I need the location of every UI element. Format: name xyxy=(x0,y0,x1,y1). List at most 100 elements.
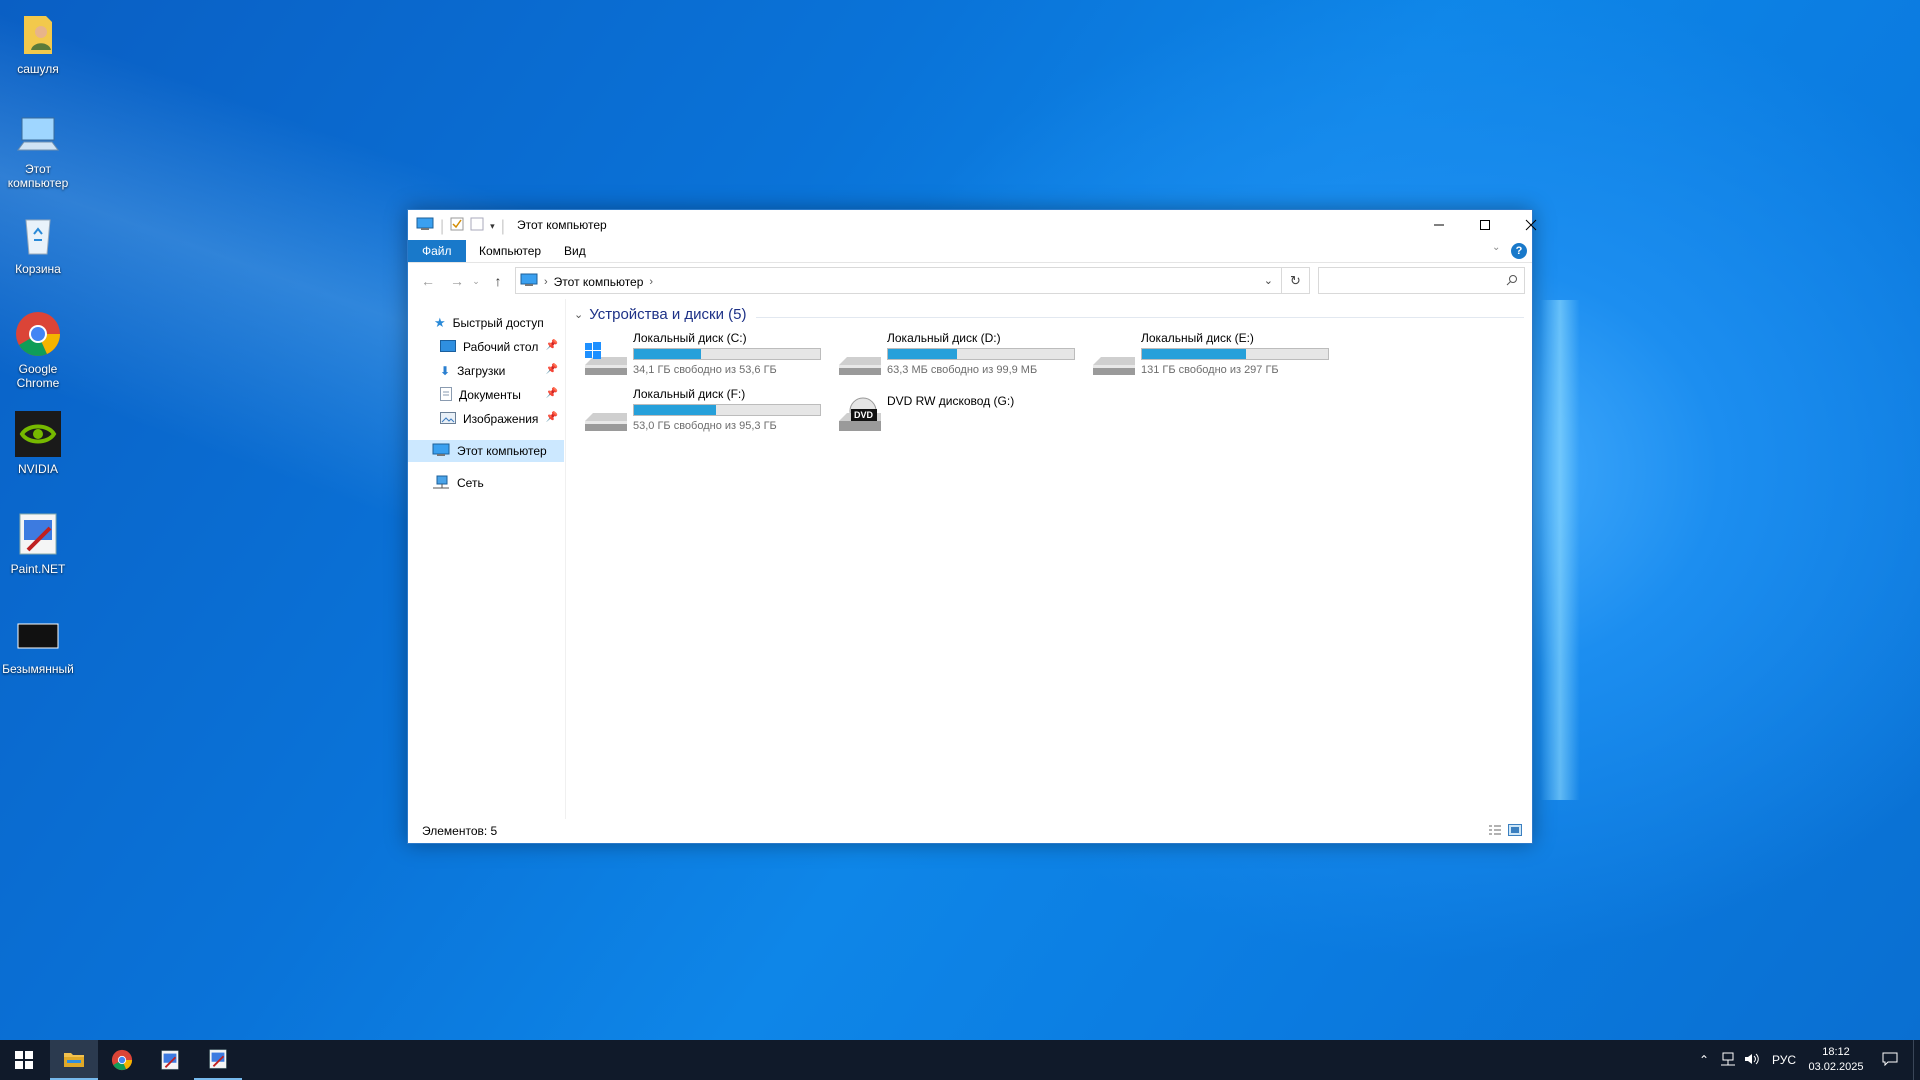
explorer-window: | ▾ | Этот компьютер Файл Компьютер Вид … xyxy=(407,209,1537,844)
user-folder-icon xyxy=(14,10,62,58)
sidebar-item-pictures[interactable]: Изображения 📌 xyxy=(440,408,562,430)
desktop-icon-chrome[interactable]: Google Chrome xyxy=(0,310,78,390)
computer-icon xyxy=(432,443,450,460)
help-button[interactable]: ? xyxy=(1511,243,1527,259)
pin-icon[interactable]: 📌 xyxy=(546,340,558,351)
large-icons-view-icon xyxy=(1508,824,1522,836)
tab-computer[interactable]: Компьютер xyxy=(465,240,555,262)
search-icon[interactable] xyxy=(1506,273,1518,291)
paintnet-icon xyxy=(14,510,62,558)
sidebar-item-network[interactable]: Сеть xyxy=(432,472,562,494)
close-button[interactable] xyxy=(1508,210,1554,240)
chrome-icon xyxy=(111,1049,133,1071)
sidebar-item-quick-access[interactable]: ★ Быстрый доступ xyxy=(434,312,562,334)
desktop-icon-nvidia[interactable]: NVIDIA xyxy=(0,410,78,476)
show-hidden-icons-button[interactable]: ⌃ xyxy=(1692,1053,1716,1067)
system-tray: ⌃ РУС 18:12 03.02.2025 xyxy=(1692,1040,1912,1080)
drive-name: Локальный диск (D:) xyxy=(887,331,1001,345)
breadcrumb-chevron-icon[interactable]: › xyxy=(649,276,653,288)
notifications-button[interactable] xyxy=(1868,1052,1912,1069)
breadcrumb-chevron-icon[interactable]: › xyxy=(544,276,548,288)
drive-item-c[interactable]: Локальный диск (C:) 34,1 ГБ свободно из … xyxy=(579,331,829,385)
breadcrumb-item-this-pc[interactable]: Этот компьютер xyxy=(554,275,644,289)
navigation-bar: ← → ⌄ ↑ › Этот компьютер › ⌄ ↻ xyxy=(408,263,1532,299)
search-box[interactable] xyxy=(1318,267,1525,294)
back-button[interactable]: ← xyxy=(418,271,438,291)
forward-button[interactable]: → xyxy=(447,271,467,291)
address-bar[interactable]: › Этот компьютер › ⌄ xyxy=(515,267,1282,294)
window-title: Этот компьютер xyxy=(517,218,607,232)
refresh-button[interactable]: ↻ xyxy=(1282,267,1310,294)
recent-locations-button[interactable]: ⌄ xyxy=(466,271,486,291)
status-bar: Элементов: 5 xyxy=(408,819,1532,843)
chevron-down-icon: ⌄ xyxy=(574,309,584,321)
desktop-icon-user-folder[interactable]: сашуля xyxy=(0,10,78,76)
network-status-icon[interactable] xyxy=(1716,1052,1740,1069)
drive-name: Локальный диск (F:) xyxy=(633,387,746,401)
hard-drive-icon xyxy=(837,339,883,379)
dvd-label: DVD xyxy=(854,410,874,420)
start-button[interactable] xyxy=(0,1040,48,1080)
taskbar-chrome[interactable] xyxy=(98,1040,146,1080)
pin-icon[interactable]: 📌 xyxy=(546,364,558,375)
taskbar: ⌃ РУС 18:12 03.02.2025 xyxy=(0,1040,1920,1080)
sidebar-item-downloads[interactable]: ⬇ Загрузки 📌 xyxy=(440,360,562,382)
drive-usage-fill xyxy=(634,405,716,415)
sidebar-item-documents[interactable]: Документы 📌 xyxy=(440,384,562,406)
drive-name: Локальный диск (C:) xyxy=(633,331,747,345)
content-pane: ⌄ Устройства и диски (5) Локальный диск … xyxy=(566,299,1532,819)
pin-icon[interactable]: 📌 xyxy=(546,412,558,423)
system-drive-icon xyxy=(583,339,629,379)
show-desktop-button[interactable] xyxy=(1913,1040,1920,1080)
nvidia-icon xyxy=(14,410,62,458)
expand-ribbon-button[interactable]: ⌄ xyxy=(1492,242,1500,253)
new-folder-icon[interactable] xyxy=(470,217,484,236)
group-header-devices[interactable]: ⌄ Устройства и диски (5) xyxy=(574,306,746,323)
sidebar-item-this-pc[interactable]: Этот компьютер xyxy=(408,440,564,462)
sidebar-item-desktop[interactable]: Рабочий стол 📌 xyxy=(440,336,562,358)
drive-usage-fill xyxy=(634,349,701,359)
large-icons-view-button[interactable] xyxy=(1508,824,1522,839)
pictures-icon xyxy=(440,411,456,427)
customize-toolbar-icon[interactable]: ▾ xyxy=(490,221,495,232)
taskbar-file-explorer[interactable] xyxy=(50,1040,98,1080)
item-count: Элементов: 5 xyxy=(422,824,498,838)
maximize-button[interactable] xyxy=(1462,210,1508,240)
drive-item-g[interactable]: DVD DVD RW дисковод (G:) xyxy=(833,387,1083,441)
desktop-icon-this-pc[interactable]: Этот компьютер xyxy=(0,110,78,190)
wallpaper-light-beam xyxy=(1540,300,1580,800)
file-explorer-icon xyxy=(64,1053,84,1067)
volume-icon[interactable] xyxy=(1740,1052,1764,1069)
details-view-button[interactable] xyxy=(1488,824,1502,839)
hard-drive-icon xyxy=(1091,339,1137,379)
tab-view[interactable]: Вид xyxy=(550,240,600,262)
pin-icon[interactable]: 📌 xyxy=(546,388,558,399)
drive-item-d[interactable]: Локальный диск (D:) 63,3 МБ свободно из … xyxy=(833,331,1083,385)
computer-icon xyxy=(416,217,434,236)
up-button[interactable]: ↑ xyxy=(488,271,508,291)
taskbar-paintnet[interactable] xyxy=(146,1040,194,1080)
taskbar-paintnet-window[interactable] xyxy=(194,1040,242,1080)
recycle-bin-icon xyxy=(14,210,62,258)
toolbar-separator: | xyxy=(500,217,505,235)
desktop-icon-image-file[interactable]: Безымянный xyxy=(0,610,78,676)
star-icon: ★ xyxy=(434,315,446,330)
clock-date: 03.02.2025 xyxy=(1808,1061,1864,1073)
drive-usage-bar xyxy=(887,348,1075,360)
desktop-icon-paintnet[interactable]: Paint.NET xyxy=(0,510,78,576)
drive-item-f[interactable]: Локальный диск (F:) 53,0 ГБ свободно из … xyxy=(579,387,829,441)
language-indicator[interactable]: РУС xyxy=(1764,1053,1804,1067)
desktop-icon-label: Корзина xyxy=(15,262,61,276)
properties-icon[interactable] xyxy=(450,217,464,236)
drive-item-e[interactable]: Локальный диск (E:) 131 ГБ свободно из 2… xyxy=(1087,331,1337,385)
toolbar-separator: | xyxy=(440,217,445,235)
desktop-icon-recycle-bin[interactable]: Корзина xyxy=(0,210,78,276)
address-dropdown-button[interactable]: ⌄ xyxy=(1264,274,1273,287)
drive-free-space: 53,0 ГБ свободно из 95,3 ГБ xyxy=(633,420,777,432)
minimize-button[interactable] xyxy=(1416,210,1462,240)
title-bar[interactable]: | ▾ | Этот компьютер xyxy=(408,210,1537,240)
hard-drive-icon xyxy=(583,395,629,435)
tab-file[interactable]: Файл xyxy=(408,240,466,262)
clock[interactable]: 18:12 03.02.2025 xyxy=(1804,1045,1868,1075)
drive-usage-bar xyxy=(633,348,821,360)
